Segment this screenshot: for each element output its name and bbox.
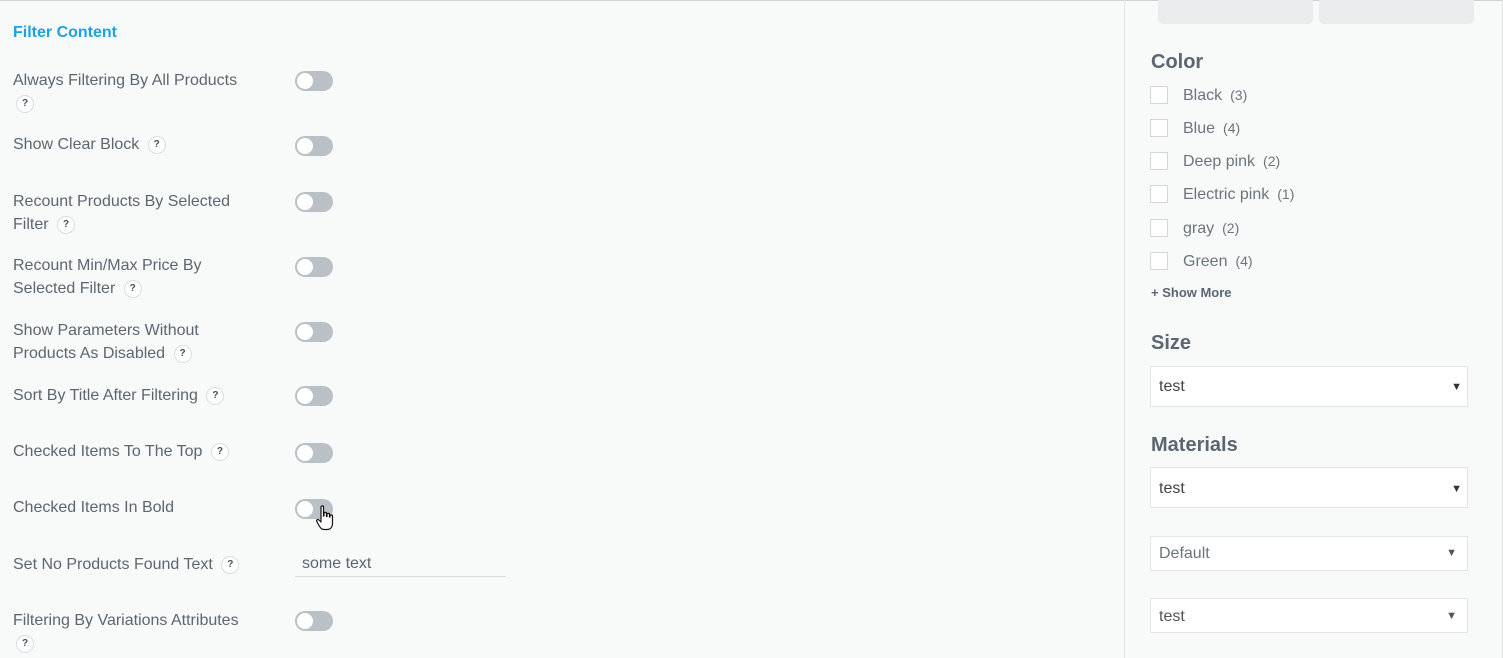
materials-select[interactable]: test ▼ <box>1150 467 1468 508</box>
color-checkbox[interactable] <box>1150 119 1168 137</box>
option-label: Sort By Title After Filtering <box>13 387 198 404</box>
color-name: Black <box>1183 87 1223 104</box>
option-label: Filtering By Variations Attributes <box>13 612 239 629</box>
toggle-show-parameters[interactable] <box>295 322 333 342</box>
color-checkbox[interactable] <box>1150 252 1168 270</box>
toggle-variations[interactable] <box>295 611 333 631</box>
preview-top-button-2[interactable] <box>1319 0 1474 24</box>
color-checkbox[interactable] <box>1150 86 1168 104</box>
help-icon[interactable]: ? <box>123 279 142 298</box>
hand-cursor-icon <box>316 505 334 531</box>
color-count: (2) <box>1263 153 1281 169</box>
help-icon[interactable]: ? <box>57 215 76 234</box>
toggle-checked-top[interactable] <box>295 443 333 463</box>
color-name: gray <box>1183 220 1215 237</box>
option-variations-label: Filtering By Variations Attributes ? <box>13 609 263 655</box>
materials-heading: Materials <box>1151 434 1238 456</box>
toggle-always-filtering[interactable] <box>295 71 333 91</box>
option-label: Checked Items To The Top <box>13 443 203 460</box>
help-icon[interactable]: ? <box>173 344 192 363</box>
show-more-link[interactable]: + Show More <box>1151 285 1232 300</box>
option-show-clear-block-label: Show Clear Block ? <box>13 133 263 156</box>
help-icon[interactable]: ? <box>221 555 240 574</box>
color-count: (2) <box>1222 220 1240 236</box>
filter-content-panel: Filter Content Always Filtering By All P… <box>0 0 1124 658</box>
option-checked-bold-label: Checked Items In Bold <box>13 496 263 519</box>
help-icon[interactable]: ? <box>16 94 34 113</box>
option-label: Show Parameters Without Products As Disa… <box>13 322 199 362</box>
toggle-show-clear-block[interactable] <box>295 136 333 156</box>
help-icon[interactable]: ? <box>147 135 166 154</box>
dropdown-arrow-icon: ▼ <box>1446 610 1457 622</box>
color-name: Electric pink <box>1183 186 1270 203</box>
option-label: Checked Items In Bold <box>13 499 174 516</box>
color-name: Blue <box>1183 120 1216 137</box>
toggle-recount-price[interactable] <box>295 257 333 277</box>
extra-select-1[interactable]: Default ▼ <box>1150 536 1468 571</box>
dropdown-arrow-icon: ▼ <box>1446 547 1457 559</box>
toggle-recount-products[interactable] <box>295 192 333 212</box>
color-count: (1) <box>1277 186 1295 202</box>
materials-select-value: test <box>1159 480 1185 497</box>
option-label: Recount Products By Selected Filter <box>13 193 231 233</box>
help-icon[interactable]: ? <box>210 442 229 461</box>
color-count: (3) <box>1230 87 1248 103</box>
color-count: (4) <box>1235 253 1253 269</box>
option-recount-products-label: Recount Products By Selected Filter ? <box>13 190 248 236</box>
option-label: Show Clear Block <box>13 136 140 153</box>
color-name: Green <box>1183 253 1228 270</box>
extra-select-value: Default <box>1159 545 1210 562</box>
color-heading: Color <box>1151 51 1204 73</box>
option-label: Recount Min/Max Price By Selected Filter <box>13 257 202 297</box>
size-select-value: test <box>1159 378 1185 395</box>
option-label: Always Filtering By All Products <box>13 72 238 89</box>
size-select[interactable]: test ▼ <box>1150 366 1468 407</box>
help-icon[interactable]: ? <box>16 634 34 653</box>
no-products-text-input[interactable] <box>295 552 506 577</box>
color-name: Deep pink <box>1183 153 1256 170</box>
section-title: Filter Content <box>13 24 117 41</box>
dropdown-arrow-icon: ▼ <box>1451 381 1462 393</box>
color-checkbox[interactable] <box>1150 185 1168 203</box>
color-count: (4) <box>1223 120 1241 136</box>
size-heading: Size <box>1151 332 1192 354</box>
extra-select-2[interactable]: test ▼ <box>1150 598 1468 633</box>
extra-select-value: test <box>1159 608 1185 625</box>
help-icon[interactable]: ? <box>206 386 225 405</box>
option-no-products-text-label: Set No Products Found Text ? <box>13 553 263 576</box>
option-recount-price-label: Recount Min/Max Price By Selected Filter… <box>13 254 228 300</box>
toggle-sort-by-title[interactable] <box>295 386 333 406</box>
option-sort-by-title-label: Sort By Title After Filtering ? <box>13 384 263 407</box>
preview-top-button-1[interactable] <box>1158 0 1313 24</box>
option-always-filtering-label: Always Filtering By All Products ? <box>13 69 263 115</box>
option-show-parameters-label: Show Parameters Without Products As Disa… <box>13 319 228 365</box>
filter-preview-panel: Color Black (3) Blue (4) Deep pink (2) Elec… <box>1125 0 1502 658</box>
option-label: Set No Products Found Text <box>13 556 213 573</box>
color-checkbox[interactable] <box>1150 219 1168 237</box>
option-checked-top-label: Checked Items To The Top ? <box>13 440 263 463</box>
color-checkbox[interactable] <box>1150 152 1168 170</box>
dropdown-arrow-icon: ▼ <box>1451 483 1462 495</box>
